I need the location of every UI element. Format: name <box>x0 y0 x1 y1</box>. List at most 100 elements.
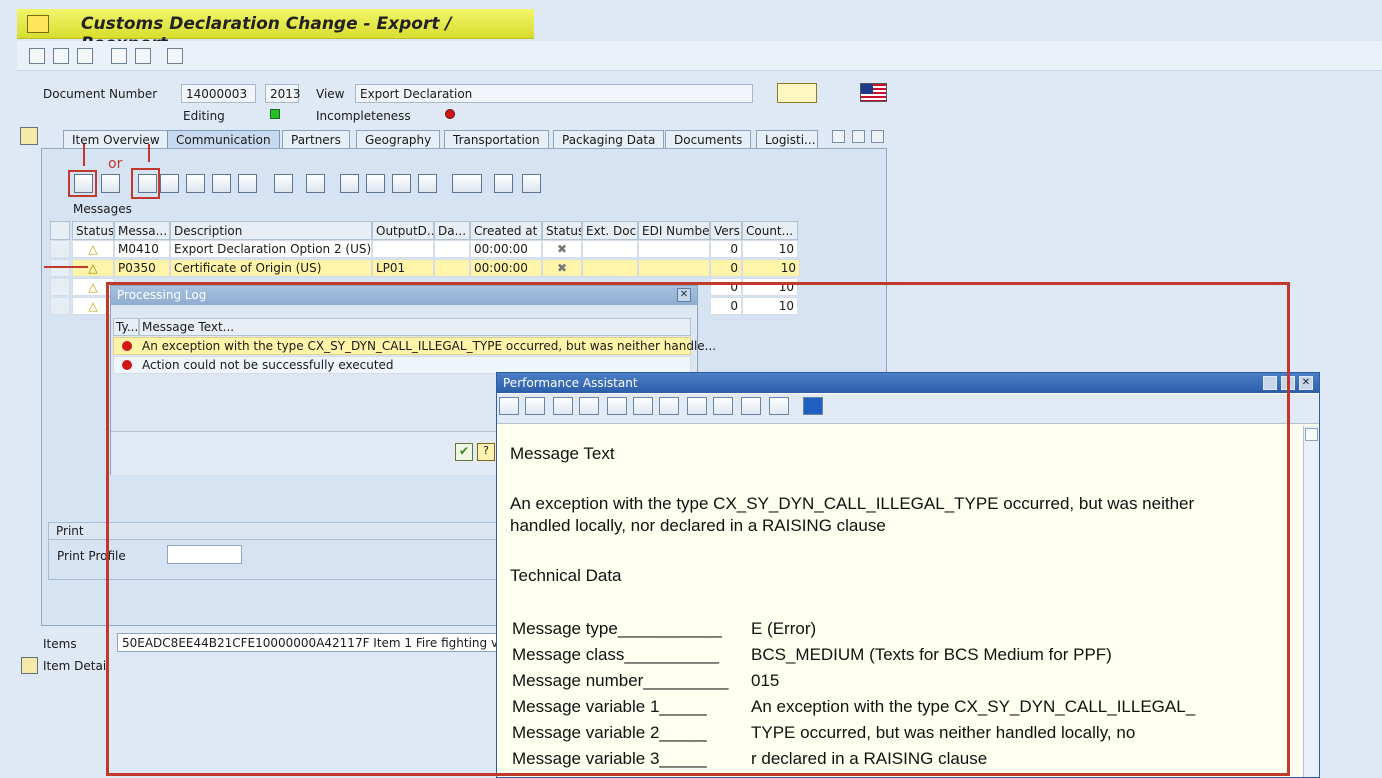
cell-created-at: 00:00:00 <box>470 259 542 277</box>
sort-descending-icon[interactable] <box>366 174 385 193</box>
delete-icon[interactable] <box>238 174 257 193</box>
col-status[interactable]: Status <box>72 221 114 240</box>
messages-label: Messages <box>73 202 132 216</box>
col-status-2[interactable]: Status <box>542 221 582 240</box>
tab-list-icon[interactable] <box>871 130 884 143</box>
us-flag-icon <box>860 83 887 102</box>
transaction-icon <box>27 15 49 33</box>
row-selector[interactable] <box>50 278 70 296</box>
tab-scroll-left-icon[interactable] <box>832 130 845 143</box>
doc-number-field[interactable]: 14000003 <box>181 84 256 103</box>
editing-status-icon <box>270 109 280 119</box>
row-selector[interactable] <box>50 240 70 258</box>
tab-transportation[interactable]: Transportation <box>444 130 549 149</box>
incompleteness-label: Incompleteness <box>316 109 411 123</box>
messages-toolbar <box>48 172 872 196</box>
refresh-icon[interactable] <box>274 174 293 193</box>
print-section-title: Print <box>56 524 84 538</box>
col-created-at[interactable]: Created at <box>470 221 542 240</box>
expand-header-icon[interactable] <box>20 127 38 145</box>
annotation-arrow <box>83 144 85 166</box>
editing-label: Editing <box>183 109 225 123</box>
cell-output-device <box>372 240 434 258</box>
col-description[interactable]: Description <box>170 221 372 240</box>
display-change-icon[interactable] <box>29 48 45 64</box>
overview-icon[interactable] <box>167 48 183 64</box>
warning-icon: △ <box>72 240 114 258</box>
annotation-arrow <box>44 266 88 268</box>
doc-number-label: Document Number <box>43 87 158 101</box>
tab-communication[interactable]: Communication <box>167 130 280 149</box>
create-icon[interactable] <box>77 48 93 64</box>
display-log-icon[interactable] <box>101 174 120 193</box>
details-icon[interactable] <box>212 174 231 193</box>
cell-ext-doc <box>582 240 638 258</box>
tab-logistics[interactable]: Logisti... <box>756 130 818 149</box>
tab-item-overview[interactable]: Item Overview <box>63 130 169 149</box>
cell-edi-number <box>638 259 710 277</box>
item-detail-label[interactable]: Item Detail <box>43 659 109 673</box>
find-next-icon[interactable] <box>418 174 437 193</box>
view-field[interactable]: Export Declaration <box>355 84 753 103</box>
layout-icon[interactable] <box>452 174 482 193</box>
doc-year-field[interactable]: 2013 <box>265 84 301 103</box>
title-bar: Customs Declaration Change - Export / Re… <box>17 9 534 54</box>
cell-date <box>434 259 470 277</box>
cell-message: M0410 <box>114 240 170 258</box>
cell-date <box>434 240 470 258</box>
find-icon[interactable] <box>392 174 411 193</box>
cross-icon: ✖ <box>542 259 582 277</box>
preview-icon[interactable] <box>160 174 179 193</box>
scrollbar[interactable] <box>1303 426 1319 777</box>
row-selector[interactable] <box>50 259 70 277</box>
col-ext-doc[interactable]: Ext. Doc. <box>582 221 638 240</box>
tab-geography[interactable]: Geography <box>356 130 441 149</box>
annotation-or: or <box>108 156 123 172</box>
tab-partners[interactable]: Partners <box>282 130 350 149</box>
item-detail-icon[interactable] <box>21 657 38 674</box>
cell-version: 0 <box>710 240 742 258</box>
cell-ext-doc <box>582 259 638 277</box>
copy-icon[interactable] <box>111 48 127 64</box>
annotation-arrow <box>148 144 150 162</box>
col-date[interactable]: Da... <box>434 221 470 240</box>
export-icon[interactable] <box>494 174 513 193</box>
view-dropdown-button[interactable] <box>777 83 817 103</box>
other-document-icon[interactable] <box>53 48 69 64</box>
cross-icon: ✖ <box>542 240 582 258</box>
print-list-icon[interactable] <box>522 174 541 193</box>
cell-output-device: LP01 <box>372 259 434 277</box>
select-all-icon[interactable] <box>50 221 70 240</box>
annotation-box <box>68 170 97 197</box>
items-label: Items <box>43 637 77 651</box>
annotation-box <box>106 282 1290 776</box>
change-icon[interactable] <box>186 174 205 193</box>
col-message[interactable]: Messa... <box>114 221 170 240</box>
col-version[interactable]: Vers. <box>710 221 742 240</box>
services-icon[interactable] <box>135 48 151 64</box>
col-count[interactable]: Count... <box>742 221 798 240</box>
tab-scroll-right-icon[interactable] <box>852 130 865 143</box>
sort-ascending-icon[interactable] <box>340 174 359 193</box>
cell-version: 0 <box>710 259 742 277</box>
tab-packaging-data[interactable]: Packaging Data <box>553 130 665 149</box>
cell-edi-number <box>638 240 710 258</box>
row-selector[interactable] <box>50 297 70 315</box>
filter-icon[interactable] <box>306 174 325 193</box>
cell-description: Export Declaration Option 2 (US) <box>170 240 372 258</box>
cell-description: Certificate of Origin (US) <box>170 259 372 277</box>
cell-message: P0350 <box>114 259 170 277</box>
cell-count: 10 <box>742 240 798 258</box>
application-toolbar <box>17 41 1382 71</box>
close-icon[interactable]: ✕ <box>1299 376 1313 390</box>
scroll-up-icon[interactable] <box>1305 428 1318 441</box>
cell-created-at: 00:00:00 <box>470 240 542 258</box>
tab-documents[interactable]: Documents <box>665 130 752 149</box>
warning-icon: △ <box>72 259 114 277</box>
col-output-device[interactable]: OutputD... <box>372 221 434 240</box>
annotation-box <box>131 168 160 199</box>
view-label: View <box>316 87 345 101</box>
incompleteness-status-icon <box>445 109 455 119</box>
col-edi-number[interactable]: EDI Number <box>638 221 710 240</box>
cell-count: 10 <box>742 259 800 277</box>
